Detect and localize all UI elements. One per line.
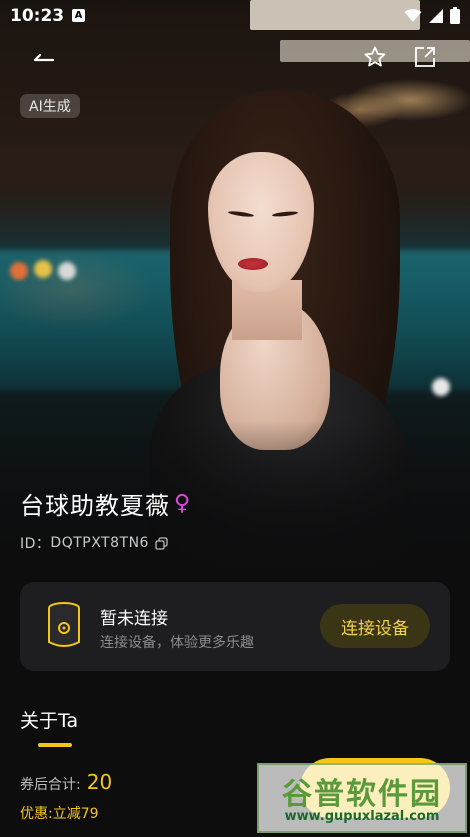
star-icon bbox=[364, 46, 386, 67]
discount-text: 优惠:立减79 bbox=[20, 806, 99, 822]
notification-icon: A bbox=[72, 9, 85, 22]
battery-icon bbox=[450, 7, 460, 24]
pool-ball bbox=[34, 260, 52, 278]
ai-generated-badge: AI生成 bbox=[20, 94, 80, 118]
female-icon: ♀ bbox=[174, 491, 191, 516]
watermark-url: www.gupuxlazal.com bbox=[284, 809, 440, 824]
status-time: 10:23 bbox=[10, 6, 65, 26]
share-button[interactable] bbox=[409, 41, 441, 73]
id-label: ID： bbox=[20, 536, 51, 552]
watermark-title: 谷普软件园 bbox=[282, 777, 442, 812]
pool-ball bbox=[432, 378, 450, 396]
id-value: DQTPXT8TN6 bbox=[50, 535, 149, 551]
pool-ball bbox=[58, 262, 76, 280]
total-value: 20 bbox=[86, 770, 113, 794]
tab-about[interactable]: 关于Ta bbox=[20, 706, 78, 733]
status-bar: 10:23 A bbox=[0, 0, 470, 34]
tab-indicator bbox=[38, 743, 72, 747]
profile-name: 台球助教夏薇 bbox=[20, 492, 170, 520]
share-icon bbox=[415, 47, 435, 67]
device-status-title: 暂未连接 bbox=[100, 609, 168, 629]
device-status-subtitle: 连接设备，体验更多乐趣 bbox=[100, 635, 254, 651]
status-icons bbox=[404, 7, 460, 24]
device-card: 暂未连接 连接设备，体验更多乐趣 连接设备 bbox=[20, 582, 450, 671]
wifi-icon bbox=[404, 8, 422, 22]
lips bbox=[238, 258, 268, 270]
watermark: 谷普软件园 www.gupuxlazal.com bbox=[257, 763, 467, 833]
back-button[interactable] bbox=[28, 42, 60, 74]
connect-device-button[interactable]: 连接设备 bbox=[320, 604, 430, 648]
profile-id-row: ID： DQTPXT8TN6 bbox=[20, 533, 168, 553]
total-label: 券后合计: bbox=[20, 777, 81, 793]
total-row: 券后合计: 20 bbox=[20, 770, 112, 794]
back-arrow-icon bbox=[33, 53, 55, 62]
favorite-button[interactable] bbox=[359, 41, 391, 73]
profile-name-row: 台球助教夏薇 ♀ bbox=[20, 486, 190, 521]
copy-icon[interactable] bbox=[155, 536, 168, 550]
signal-icon bbox=[429, 8, 443, 23]
pool-ball bbox=[10, 262, 28, 280]
device-icon bbox=[48, 602, 80, 647]
